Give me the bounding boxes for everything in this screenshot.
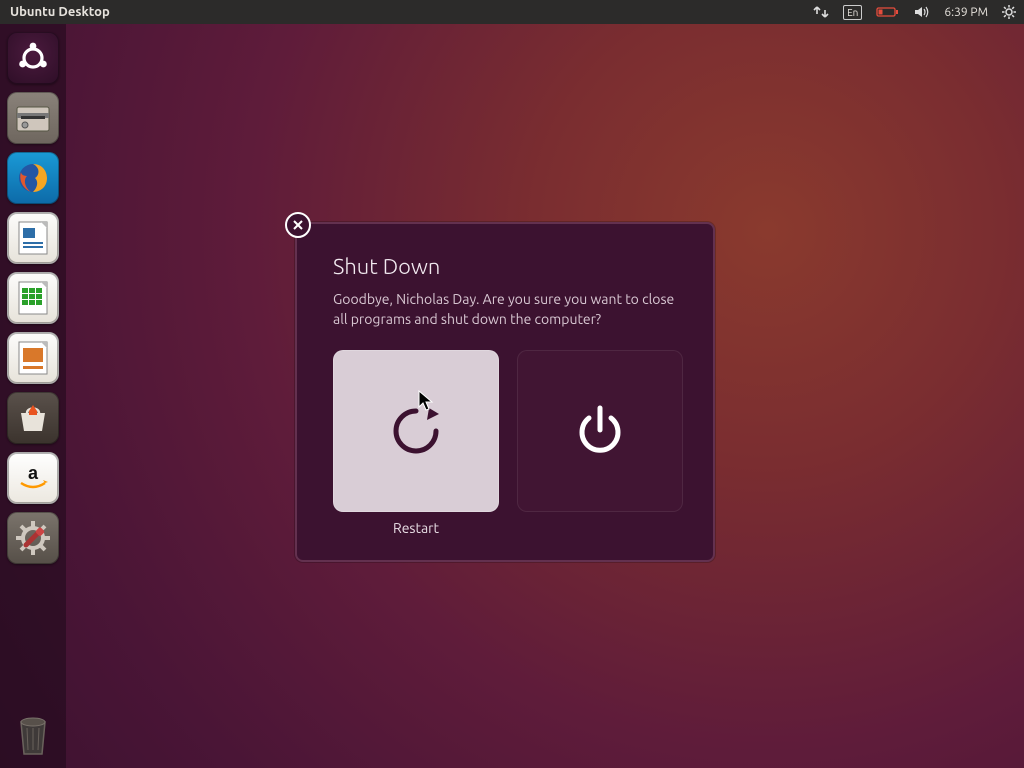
keyboard-indicator[interactable]: En [843, 5, 862, 20]
settings-icon [14, 519, 52, 557]
close-button[interactable] [285, 212, 311, 238]
power-icon [565, 396, 635, 466]
clock[interactable]: 6:39 PM [944, 6, 988, 19]
launcher-item-writer[interactable] [7, 212, 59, 264]
file-manager-icon [14, 101, 52, 135]
launcher-item-software[interactable] [7, 392, 59, 444]
top-menubar: Ubuntu Desktop En 6:39 PM [0, 0, 1024, 24]
shutdown-button[interactable] [517, 350, 683, 512]
launcher-item-dash[interactable] [7, 32, 59, 84]
gear-icon[interactable] [1002, 5, 1016, 19]
restart-icon [381, 396, 451, 466]
firefox-icon [13, 158, 53, 198]
dialog-title: Shut Down [333, 254, 677, 279]
trash-icon [11, 710, 55, 758]
launcher-item-amazon[interactable]: a [7, 452, 59, 504]
launcher-item-files[interactable] [7, 92, 59, 144]
dialog-message: Goodbye, Nicholas Day. Are you sure you … [333, 289, 677, 330]
impress-icon [15, 338, 51, 378]
launcher-item-firefox[interactable] [7, 152, 59, 204]
launcher-item-trash[interactable] [7, 708, 59, 760]
close-icon [292, 219, 304, 231]
writer-icon [15, 218, 51, 258]
calc-icon [15, 278, 51, 318]
indicator-area: En 6:39 PM [813, 5, 1016, 20]
launcher-item-impress[interactable] [7, 332, 59, 384]
shutdown-dialog: Shut Down Goodbye, Nicholas Day. Are you… [295, 222, 715, 562]
software-center-icon [15, 401, 51, 435]
restart-label: Restart [393, 520, 439, 538]
volume-icon[interactable] [914, 5, 930, 19]
window-title: Ubuntu Desktop [8, 5, 110, 19]
ubuntu-logo-icon [13, 38, 53, 78]
amazon-icon: a [15, 463, 51, 493]
launcher: a [0, 24, 66, 768]
svg-text:a: a [28, 463, 39, 483]
battery-icon[interactable] [876, 6, 900, 18]
launcher-item-settings[interactable] [7, 512, 59, 564]
network-icon[interactable] [813, 5, 829, 19]
restart-button[interactable] [333, 350, 499, 512]
mouse-cursor [418, 390, 436, 416]
launcher-item-calc[interactable] [7, 272, 59, 324]
